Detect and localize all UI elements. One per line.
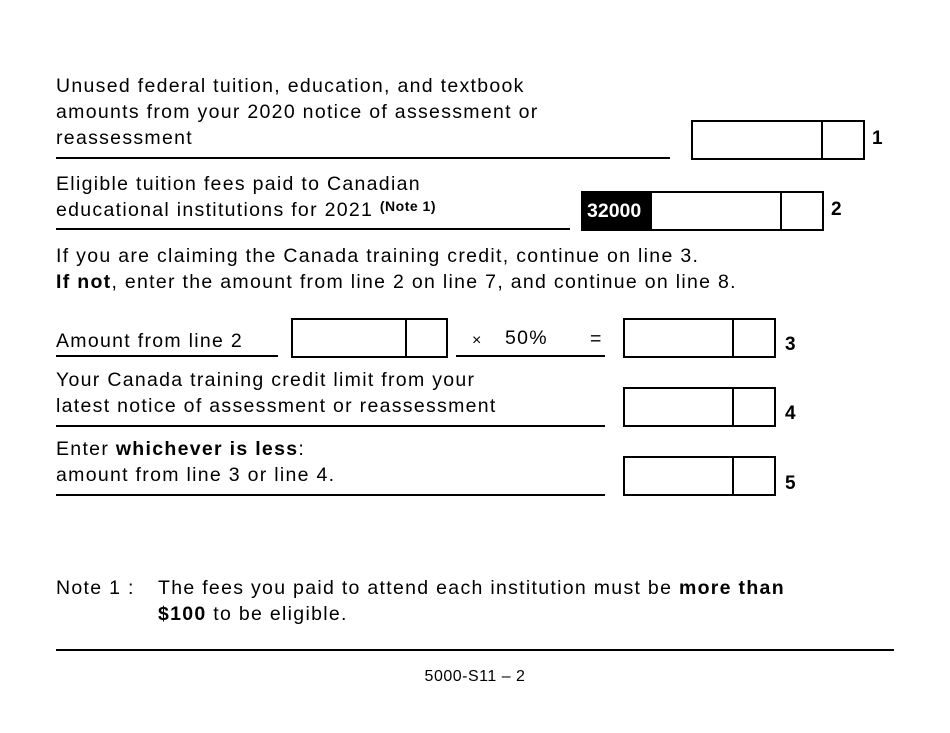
line4-label-row: latest notice of assessment or reassessm… (56, 395, 497, 417)
line3-label-underline (56, 355, 278, 357)
line2-label-text: educational institutions for 2021 (56, 199, 374, 221)
note1-row: $100 to be eligible. (158, 601, 785, 627)
line3-label: Amount from line 2 (56, 330, 244, 352)
line3-number: 3 (785, 334, 796, 355)
note1-text-a: The fees you paid to attend each institu… (158, 577, 679, 599)
line2-cents-input[interactable] (782, 193, 830, 229)
line2-amount-field[interactable]: 32000 (581, 191, 830, 231)
line3-rate-underline (456, 355, 605, 357)
line1-label-row: Unused federal tuition, education, and t… (56, 75, 525, 97)
note1-row: The fees you paid to attend each institu… (158, 575, 785, 601)
line1-underline (56, 157, 670, 159)
line5-amount-field[interactable] (623, 456, 782, 496)
line5-label: Enter whichever is less: amount from lin… (56, 436, 335, 488)
line4-number: 4 (785, 403, 796, 424)
line3-equals: = (590, 328, 603, 350)
line5-label-bold: whichever is less (115, 438, 299, 460)
line5-underline (56, 494, 605, 496)
note1-label: Note 1 : (56, 577, 135, 599)
line5-label-row: Enter whichever is less: (56, 436, 335, 462)
line1-label-row: amounts from your 2020 notice of assessm… (56, 101, 539, 123)
line3-result-cents[interactable] (734, 320, 782, 356)
note1-bold-b: $100 (158, 603, 207, 625)
line3-result-dollars[interactable] (625, 320, 737, 356)
line2-label: Eligible tuition fees paid to Canadian e… (56, 171, 436, 224)
line4-label-row: Your Canada training credit limit from y… (56, 369, 476, 391)
line4-underline (56, 425, 605, 427)
line2-dollars-input[interactable] (653, 193, 787, 229)
instructions: If you are claiming the Canada training … (56, 243, 737, 295)
note1-bold-a: more than (678, 577, 785, 599)
line1-amount-field[interactable] (691, 120, 871, 160)
instructions-if-not: If not (56, 271, 112, 293)
line2-label-row: Eligible tuition fees paid to Canadian (56, 173, 421, 195)
line5-label-suffix: : (298, 438, 306, 460)
line4-cents-input[interactable] (734, 389, 782, 425)
line5-cents-input[interactable] (734, 458, 782, 494)
line5-number: 5 (785, 473, 796, 494)
line3-input-field[interactable] (291, 318, 455, 358)
line1-label-row: reassessment (56, 127, 193, 149)
line5-dollars-input[interactable] (625, 458, 737, 494)
line5-label-prefix: Enter (56, 438, 116, 460)
form-page-code: 5000-S11 – 2 (424, 668, 526, 685)
line1-dollars-input[interactable] (693, 122, 825, 158)
line2-label-row: educational institutions for 2021 (Note … (56, 197, 436, 224)
line3-input-cents[interactable] (407, 320, 455, 356)
line2-number: 2 (831, 199, 842, 220)
line3-multiply-symbol: × (472, 332, 483, 349)
line3-result-field[interactable] (623, 318, 782, 358)
note1-reference[interactable]: (Note 1) (380, 198, 436, 214)
line2-prefilled-value: 32000 (581, 191, 652, 231)
line1-label: Unused federal tuition, education, and t… (56, 73, 539, 151)
line3-rate: 50% (505, 327, 548, 349)
line1-number: 1 (872, 128, 883, 149)
instructions-line-b: If not, enter the amount from line 2 on … (56, 269, 737, 295)
line2-underline (56, 228, 570, 230)
instructions-line-b-text: , enter the amount from line 2 on line 7… (111, 271, 737, 293)
line3-input-dollars[interactable] (293, 320, 409, 356)
line4-amount-field[interactable] (623, 387, 782, 427)
line1-cents-input[interactable] (823, 122, 871, 158)
line5-label-row: amount from line 3 or line 4. (56, 464, 336, 486)
footer-divider (56, 649, 894, 651)
note1-text: The fees you paid to attend each institu… (158, 575, 785, 627)
instructions-line-a: If you are claiming the Canada training … (56, 245, 700, 267)
line4-dollars-input[interactable] (625, 389, 737, 425)
note1-text-b: to be eligible. (206, 603, 348, 625)
line4-label: Your Canada training credit limit from y… (56, 367, 497, 419)
